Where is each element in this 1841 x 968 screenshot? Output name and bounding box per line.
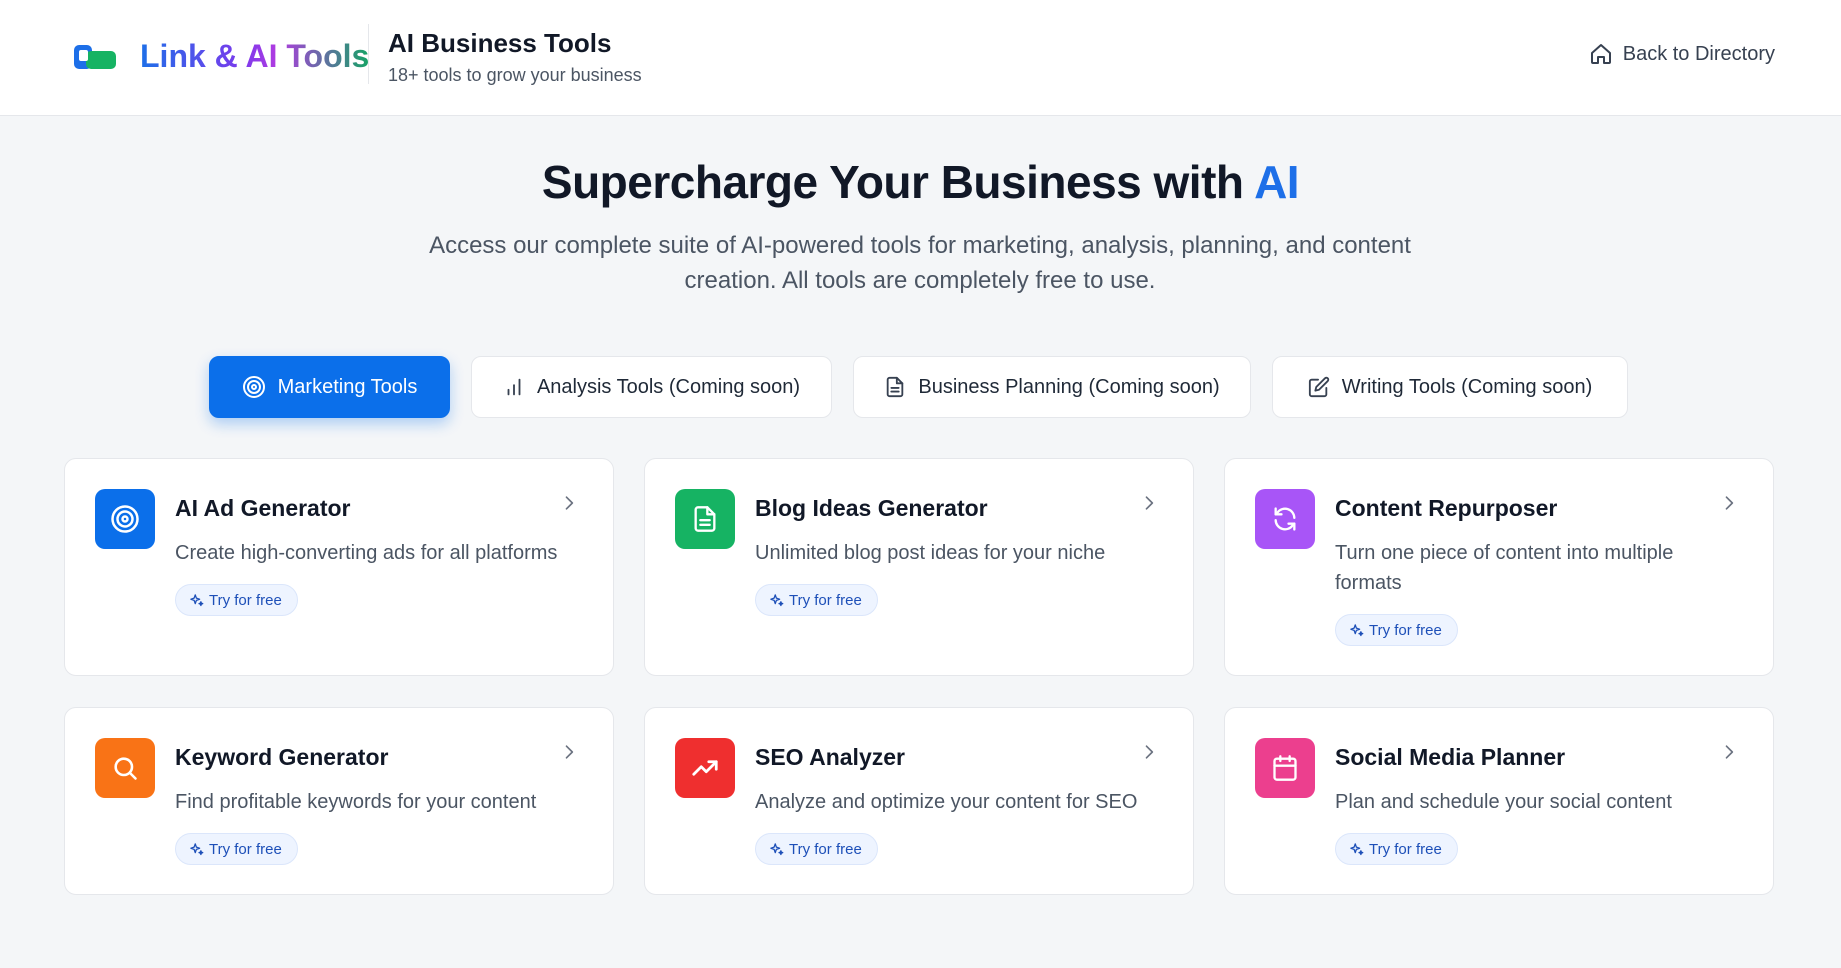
tab-label: Analysis Tools (Coming soon): [536, 375, 801, 398]
page-title: AI Business Tools: [388, 28, 612, 58]
trending-up-icon: [675, 738, 735, 798]
tab-analysis-tools[interactable]: Analysis Tools (Coming soon): [471, 356, 832, 418]
sparkles-icon: [770, 593, 784, 606]
try-for-free-button[interactable]: Try for free: [175, 833, 298, 865]
search-icon: [95, 738, 155, 798]
chevron-right-icon: [1725, 745, 1734, 759]
tab-marketing-tools[interactable]: Marketing Tools: [209, 356, 450, 418]
tool-title: Keyword Generator: [175, 744, 389, 770]
header-divider: [368, 24, 369, 84]
home-icon: [1590, 44, 1611, 64]
logo-mark-icon: [72, 42, 118, 72]
tool-title: Content Repurposer: [1335, 495, 1558, 521]
pill-label: Try for free: [209, 591, 282, 609]
document-icon: [675, 489, 735, 549]
sparkles-icon: [1350, 842, 1364, 855]
bar-chart-icon: [507, 378, 521, 396]
tool-description: Find profitable keywords for your conten…: [175, 791, 537, 813]
back-to-directory-link[interactable]: Back to Directory: [1589, 42, 1775, 66]
tool-card-blog-ideas-generator[interactable]: Blog Ideas Generator Unlimited blog post…: [644, 458, 1194, 676]
tool-description: Analyze and optimize your content for SE…: [755, 791, 1138, 813]
tool-description: Unlimited blog post ideas for your niche: [755, 542, 1106, 564]
page-subtitle: 18+ tools to grow your business: [388, 65, 642, 85]
tool-title: Blog Ideas Generator: [755, 495, 988, 521]
target-icon: [95, 489, 155, 549]
try-for-free-button[interactable]: Try for free: [755, 833, 878, 865]
tool-card-keyword-generator[interactable]: Keyword Generator Find profitable keywor…: [64, 707, 614, 895]
sparkles-icon: [190, 593, 204, 606]
edit-icon: [1308, 376, 1329, 398]
pill-label: Try for free: [789, 840, 862, 858]
top-header: Link & AI Tools AI Business Tools 18+ to…: [0, 0, 1841, 116]
pill-label: Try for free: [1369, 840, 1442, 858]
chevron-right-icon: [1725, 496, 1734, 510]
try-for-free-button[interactable]: Try for free: [755, 584, 878, 616]
try-for-free-button[interactable]: Try for free: [1335, 833, 1458, 865]
pill-label: Try for free: [1369, 621, 1442, 639]
try-for-free-button[interactable]: Try for free: [175, 584, 298, 616]
sparkles-icon: [770, 842, 784, 855]
brand-logo[interactable]: Link & AI Tools: [72, 38, 369, 75]
target-icon: [242, 376, 265, 398]
sparkles-icon: [190, 842, 204, 855]
pill-label: Try for free: [209, 840, 282, 858]
tab-writing-tools[interactable]: Writing Tools (Coming soon): [1272, 356, 1628, 418]
hero-title-accent: AI: [1254, 156, 1300, 208]
document-icon: [887, 376, 904, 398]
refresh-icon: [1255, 489, 1315, 549]
brand-name: Link & AI Tools: [140, 38, 370, 74]
tool-description: Turn one piece of content into multiple …: [1335, 542, 1674, 594]
tool-title: AI Ad Generator: [175, 495, 351, 521]
tab-business-planning[interactable]: Business Planning (Coming soon): [853, 356, 1251, 418]
tab-label: Marketing Tools: [277, 375, 418, 398]
chevron-right-icon: [1145, 496, 1154, 510]
chevron-right-icon: [565, 496, 574, 510]
tool-card-social-media-planner[interactable]: Social Media Planner Plan and schedule y…: [1224, 707, 1774, 895]
tool-card-content-repurposer[interactable]: Content Repurposer Turn one piece of con…: [1224, 458, 1774, 676]
tool-description: Plan and schedule your social content: [1335, 791, 1672, 813]
tool-title: SEO Analyzer: [755, 744, 905, 770]
tab-label: Business Planning (Coming soon): [918, 375, 1220, 398]
try-for-free-button[interactable]: Try for free: [1335, 614, 1458, 646]
chevron-right-icon: [565, 745, 574, 759]
calendar-icon: [1255, 738, 1315, 798]
sparkles-icon: [1350, 623, 1364, 636]
tool-card-seo-analyzer[interactable]: SEO Analyzer Analyze and optimize your c…: [644, 707, 1194, 895]
hero-title: Supercharge Your Business with AI: [0, 155, 1841, 209]
back-link-label: Back to Directory: [1622, 42, 1775, 65]
hero-description: Access our complete suite of AI-powered …: [429, 232, 1411, 294]
pill-label: Try for free: [789, 591, 862, 609]
tool-description: Create high-converting ads for all platf…: [175, 542, 558, 564]
tool-card-ai-ad-generator[interactable]: AI Ad Generator Create high-converting a…: [64, 458, 614, 676]
tool-title: Social Media Planner: [1335, 744, 1566, 770]
chevron-right-icon: [1145, 745, 1154, 759]
tab-label: Writing Tools (Coming soon): [1341, 375, 1593, 398]
hero-title-main: Supercharge Your Business with: [541, 156, 1255, 208]
